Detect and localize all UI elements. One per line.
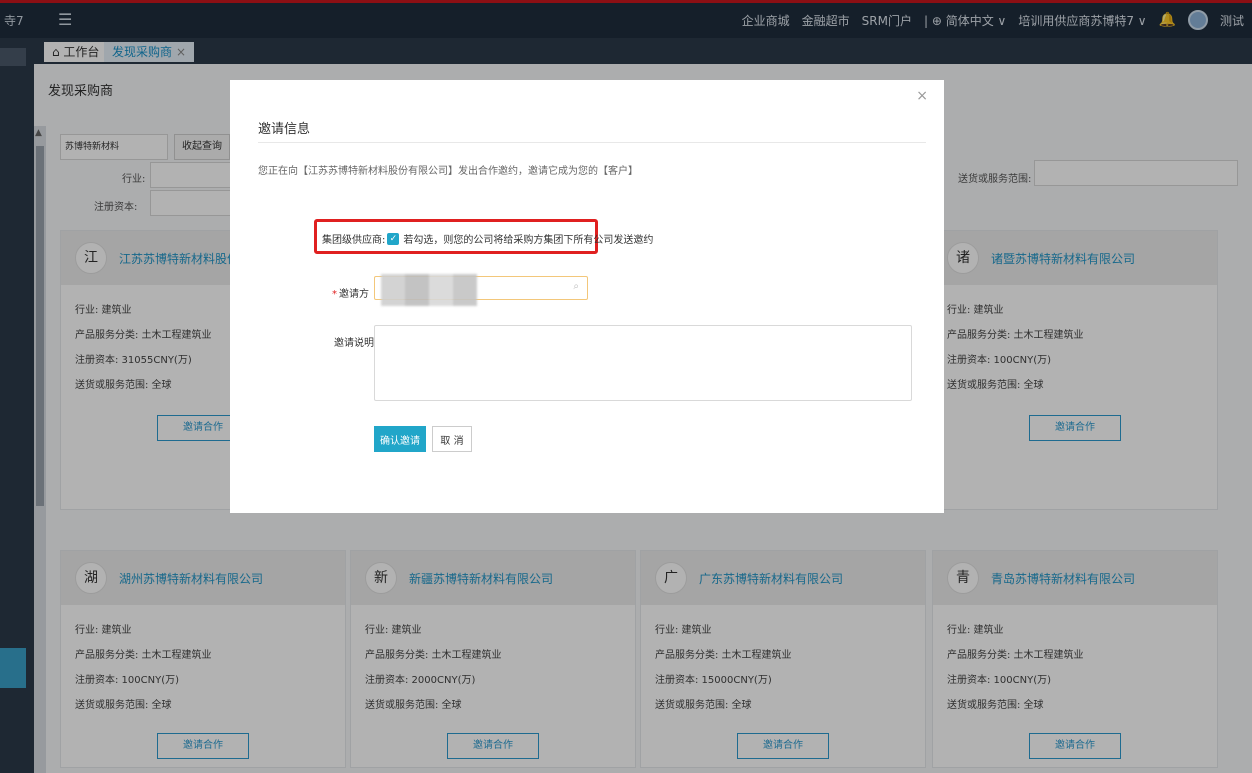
- group-supplier-label: 集团级供应商:: [322, 235, 386, 246]
- description-textarea[interactable]: [374, 325, 912, 401]
- search-icon[interactable]: ⌕: [573, 281, 579, 292]
- required-mark: *: [332, 289, 337, 300]
- dialog-divider: [258, 142, 926, 143]
- invite-notice: 您正在向【江苏苏博特新材料股份有限公司】发出合作邀约，邀请它成为您的【客户】: [258, 166, 638, 177]
- invite-dialog: × 邀请信息 您正在向【江苏苏博特新材料股份有限公司】发出合作邀约，邀请它成为您…: [230, 80, 944, 513]
- inviter-label-text: 邀请方: [339, 289, 369, 300]
- cancel-button[interactable]: 取 消: [432, 426, 472, 452]
- group-supplier-row: 集团级供应商: ✓ 若勾选，则您的公司将给采购方集团下所有公司发送邀约: [322, 231, 653, 246]
- dialog-title: 邀请信息: [258, 122, 311, 137]
- inviter-input[interactable]: ⌕: [374, 274, 588, 306]
- inviter-label: * 邀请方: [332, 285, 369, 300]
- description-label: 邀请说明:: [334, 338, 378, 349]
- confirm-invite-button[interactable]: 确认邀请: [374, 426, 426, 452]
- checkbox-checked-icon[interactable]: ✓: [387, 232, 400, 245]
- redacted-value: [381, 274, 477, 306]
- group-supplier-hint: 若勾选，则您的公司将给采购方集团下所有公司发送邀约: [403, 235, 654, 246]
- close-icon[interactable]: ×: [916, 88, 928, 104]
